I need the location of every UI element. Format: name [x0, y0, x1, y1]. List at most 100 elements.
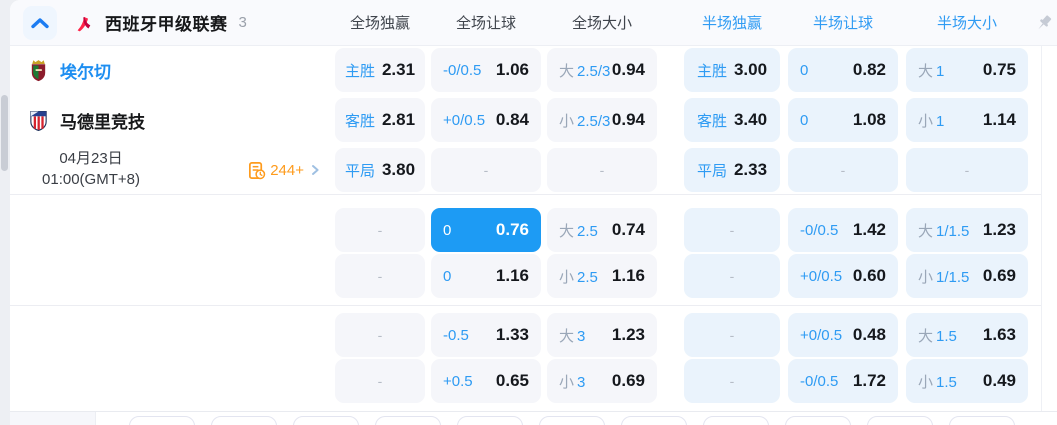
odds-value: 0.82	[852, 60, 886, 79]
odds-value: 2.33	[733, 160, 768, 179]
odds-cell-empty: -	[684, 208, 780, 252]
odds-cell[interactable]: 小 3 0.69	[547, 359, 657, 403]
odds-cell[interactable]: -0.5 1.33	[431, 313, 541, 357]
pin-button[interactable]	[1028, 13, 1057, 33]
odds-cell[interactable]: 小 1.5 0.49	[906, 359, 1028, 403]
odds-cell[interactable]: +0/0.5 0.84	[431, 98, 541, 142]
odds-cell[interactable]: 大 3 1.23	[547, 313, 657, 357]
odds-cell[interactable]: 大 2.5 0.74	[547, 208, 657, 252]
empty-odds-dash: -	[729, 222, 735, 238]
odds-row: -0 1.16 小 2.5 1.16- +0/0.5 0.60 小 1/1.5 0.69	[10, 254, 1057, 298]
odds-cell-empty: -	[684, 313, 780, 357]
odds-cell[interactable]: 平局 3.80	[335, 148, 425, 192]
odds-label: 平局	[696, 162, 727, 180]
market-pill[interactable]	[703, 416, 769, 425]
odds-cell[interactable]: 小 1 1.14	[906, 98, 1028, 142]
odds-cell[interactable]: +0/0.5 0.60	[788, 254, 898, 298]
odds-cell[interactable]: -0/0.5 1.72	[788, 359, 898, 403]
odds-label-prefix: 小	[559, 112, 575, 130]
odds-cell[interactable]: 小 1/1.5 0.69	[906, 254, 1028, 298]
market-pill[interactable]	[211, 416, 277, 425]
odds-cell-empty: -	[684, 359, 780, 403]
odds-cell[interactable]: 大 1.5 1.63	[906, 313, 1028, 357]
odds-section-alt-1: -0 0.76 大 2.5 0.74- -0/0.5 1.42 大 1/1.5 1.23-0 1.1…	[10, 194, 1057, 305]
odds-label-prefix: 大	[918, 222, 934, 240]
odds-label: 小 1.5	[918, 373, 957, 391]
column-header-fulltime-1x2[interactable]: 全场独赢	[335, 12, 425, 33]
odds-row: - -0.5 1.33 大 3 1.23 - +0/0.5 0.48 大 1.5 1.63	[10, 313, 1057, 357]
market-pill[interactable]	[457, 416, 523, 425]
odds-cell-empty: -	[684, 254, 780, 298]
pushpin-icon	[1034, 13, 1054, 33]
odds-cell[interactable]: 小 2.5/3 0.94	[547, 98, 657, 142]
away-team-row[interactable]: 马德里竞技	[28, 98, 145, 142]
empty-odds-dash: -	[483, 162, 489, 178]
odds-label-prefix: 大	[559, 222, 575, 240]
odds-cell[interactable]: -0/0.5 1.06	[431, 48, 541, 92]
odds-label: 小3	[559, 373, 586, 391]
odds-label-prefix: 小	[559, 373, 575, 391]
odds-label: 0	[800, 111, 809, 129]
odds-cell[interactable]: 大 1 0.75	[906, 48, 1028, 92]
odds-label-prefix: 小	[559, 268, 575, 286]
odds-cell-empty: -	[335, 208, 425, 252]
odds-cell-empty: -	[335, 359, 425, 403]
odds-cell[interactable]: 平局 2.33	[684, 148, 780, 192]
odds-cell[interactable]: 主胜 2.31	[335, 48, 425, 92]
odds-cell[interactable]: 主胜 3.00	[684, 48, 780, 92]
odds-label-prefix: 大	[559, 327, 575, 345]
match-date: 04月23日	[59, 150, 123, 168]
page-scrollbar-gutter	[0, 0, 10, 425]
odds-cell[interactable]: 小 2.5 1.16	[547, 254, 657, 298]
odds-label: 主胜	[696, 62, 727, 80]
odds-value: 0.74	[611, 220, 645, 239]
odds-cell[interactable]: -0/0.5 1.42	[788, 208, 898, 252]
column-header-fulltime-handicap[interactable]: 全场让球	[431, 12, 541, 33]
odds-label: 主胜	[344, 62, 375, 80]
home-team-row[interactable]: 埃尔切	[28, 48, 111, 92]
odds-value: 0.60	[852, 266, 886, 285]
odds-cell[interactable]: 大 2.5/3 0.94	[547, 48, 657, 92]
scrollbar-thumb[interactable]	[1, 95, 8, 171]
market-pill[interactable]	[867, 416, 933, 425]
league-header: 西班牙甲级联赛 3 全场独赢 全场让球 全场大小 半场独赢 半场让球 半场大小	[10, 0, 1057, 46]
odds-label: 大 2.5/3	[559, 62, 611, 80]
market-pill[interactable]	[129, 416, 195, 425]
column-header-halftime-overunder[interactable]: 半场大小	[906, 12, 1028, 33]
empty-odds-dash: -	[729, 268, 735, 284]
away-team-crest-icon	[28, 109, 49, 132]
more-markets-link[interactable]: 244+	[247, 161, 322, 180]
odds-cell[interactable]: 0 0.82	[788, 48, 898, 92]
odds-value: 0.94	[611, 60, 645, 79]
odds-cell[interactable]: 大 1/1.5 1.23	[906, 208, 1028, 252]
odds-row: -0 0.76 大 2.5 0.74- -0/0.5 1.42 大 1/1.5 1.23	[10, 208, 1057, 252]
odds-cell[interactable]: 0 0.76	[431, 208, 541, 252]
odds-cell[interactable]: +0.5 0.65	[431, 359, 541, 403]
odds-label: 平局	[344, 162, 375, 180]
odds-label: 大1	[918, 62, 945, 80]
odds-cell[interactable]: 0 1.08	[788, 98, 898, 142]
odds-cell[interactable]: 客胜 2.81	[335, 98, 425, 142]
odds-label-prefix: 小	[918, 268, 934, 286]
odds-cell[interactable]: 客胜 3.40	[684, 98, 780, 142]
odds-value: 0.75	[982, 60, 1016, 79]
odds-label: 0	[443, 221, 452, 239]
market-pill[interactable]	[293, 416, 359, 425]
odds-value: 0.76	[495, 220, 529, 239]
odds-cell[interactable]: 0 1.16	[431, 254, 541, 298]
odds-cell[interactable]: +0/0.5 0.48	[788, 313, 898, 357]
markets-list-icon	[247, 161, 266, 180]
column-header-halftime-handicap[interactable]: 半场让球	[788, 12, 898, 33]
market-pill[interactable]	[375, 416, 441, 425]
column-header-halftime-1x2[interactable]: 半场独赢	[684, 12, 780, 33]
market-pill[interactable]	[785, 416, 851, 425]
market-pill[interactable]	[949, 416, 1015, 425]
odds-value: 1.16	[495, 266, 529, 285]
markets-count: 244+	[270, 161, 304, 179]
column-header-fulltime-overunder[interactable]: 全场大小	[547, 12, 657, 33]
collapse-button[interactable]	[23, 5, 57, 40]
market-pill[interactable]	[539, 416, 605, 425]
odds-label: 客胜	[344, 112, 375, 130]
odds-label: -0.5	[443, 326, 469, 344]
market-pill[interactable]	[621, 416, 687, 425]
